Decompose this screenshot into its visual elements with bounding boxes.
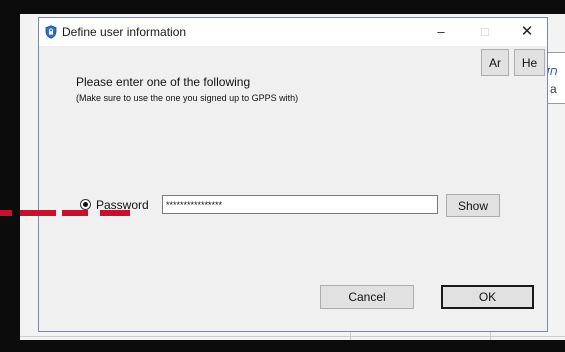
password-radio[interactable] — [80, 199, 91, 210]
background-divider — [20, 336, 565, 337]
arabic-language-button[interactable]: Ar — [481, 49, 509, 76]
screenshot-stage: חדו n a Define user information – □ ✕ Ar… — [0, 0, 565, 352]
minimize-button[interactable]: – — [419, 18, 463, 46]
cancel-button[interactable]: Cancel — [320, 285, 414, 309]
annotation-dash — [20, 210, 56, 216]
annotation-dash — [0, 210, 12, 216]
hebrew-language-button[interactable]: He — [514, 49, 545, 76]
annotation-dash — [62, 210, 88, 216]
password-input[interactable] — [162, 195, 438, 214]
annotation-dash — [100, 210, 130, 216]
instruction-text: Please enter one of the following — [76, 75, 251, 89]
shield-lock-icon — [45, 25, 57, 39]
screen-border — [0, 340, 565, 352]
dialog-title: Define user information — [62, 25, 187, 39]
instruction-hint: (Make sure to use the one you signed up … — [76, 93, 299, 103]
maximize-button[interactable]: □ — [463, 18, 507, 46]
close-button[interactable]: ✕ — [505, 18, 549, 46]
ok-button[interactable]: OK — [441, 285, 534, 309]
dialog-titlebar[interactable]: Define user information – □ ✕ — [39, 18, 547, 46]
show-password-button[interactable]: Show — [446, 194, 500, 217]
define-user-dialog: Define user information – □ ✕ Ar He Plea… — [38, 17, 548, 332]
